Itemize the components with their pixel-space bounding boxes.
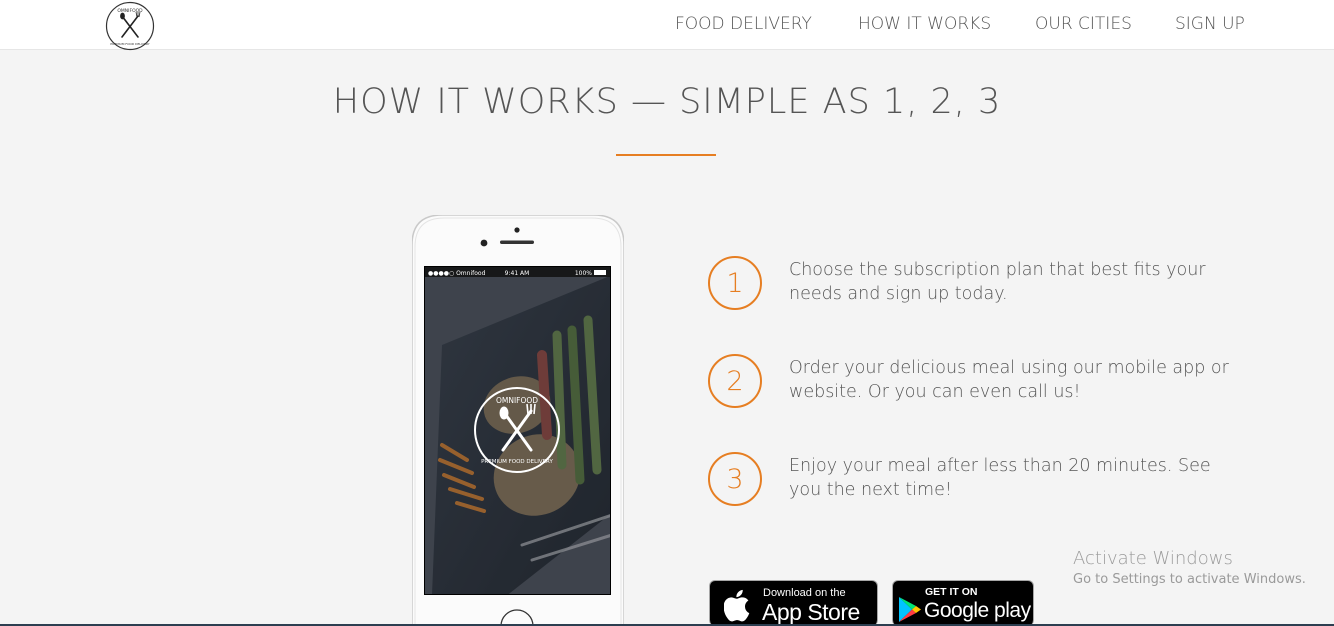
app-store-big-label: App Store	[762, 599, 860, 625]
google-play-icon	[899, 597, 921, 622]
app-store-small-label: Download on the	[763, 587, 846, 599]
omnifood-logo[interactable]: OMNIFOOD PREMIUM FOOD DELIVERY	[105, 1, 155, 51]
status-time: 9:41 AM	[505, 270, 530, 277]
step-text-2: Order your delicious meal using our mobi…	[789, 358, 1229, 402]
section-title: HOW IT WORKS — SIMPLE AS 1, 2, 3	[332, 82, 1002, 122]
google-play-big-label: Google play	[924, 599, 1031, 622]
title-divider	[616, 154, 716, 156]
step-number-1: 1	[708, 256, 762, 310]
phone-front-sensor	[514, 227, 520, 233]
activate-windows-subtitle: Go to Settings to activate Windows.	[1073, 572, 1306, 587]
step-2: 2 Order your delicious meal using our mo…	[708, 354, 1229, 414]
phone-mockup: ●●●●○ Omnifood 9:41 AM 100% OMNIFOOD PRE…	[412, 215, 624, 626]
status-battery: 100%	[575, 270, 592, 277]
activate-windows-watermark: Activate Windows Go to Settings to activ…	[1073, 548, 1306, 587]
splash-logo-bottom-text: PREMIUM FOOD DELIVERY	[481, 459, 553, 465]
google-play-button[interactable]: GET IT ON Google play	[892, 580, 1034, 626]
nav-link-how-it-works[interactable]: HOW IT WORKS	[858, 14, 991, 34]
step-1: 1 Choose the subscription plan that best…	[708, 256, 1228, 316]
splash-logo-top-text: OMNIFOOD	[496, 396, 538, 405]
nav-link-our-cities[interactable]: OUR CITIES	[1035, 14, 1132, 34]
activate-windows-title: Activate Windows	[1073, 548, 1233, 569]
step-number-2: 2	[708, 354, 762, 408]
phone-screen: ●●●●○ Omnifood 9:41 AM 100% OMNIFOOD PRE…	[425, 267, 610, 594]
step-number-3: 3	[708, 452, 762, 506]
google-play-small-label: GET IT ON	[925, 586, 978, 598]
logo-text-bottom: PREMIUM FOOD DELIVERY	[110, 42, 149, 46]
nav-link-food-delivery[interactable]: FOOD DELIVERY	[675, 14, 812, 34]
step-text-1: Choose the subscription plan that best f…	[789, 260, 1206, 304]
step-text-3: Enjoy your meal after less than 20 minut…	[789, 456, 1211, 500]
phone-camera	[480, 239, 488, 247]
navbar: OMNIFOOD PREMIUM FOOD DELIVERY FOOD DELI…	[0, 0, 1334, 51]
apple-icon	[724, 589, 750, 622]
logo-text-top: OMNIFOOD	[117, 8, 143, 14]
nav-link-sign-up[interactable]: SIGN UP	[1175, 14, 1245, 34]
step-3: 3 Enjoy your meal after less than 20 min…	[708, 452, 1228, 512]
phone-speaker	[500, 240, 534, 244]
battery-icon	[594, 270, 606, 275]
app-store-button[interactable]: Download on the App Store	[709, 580, 878, 626]
status-carrier: ●●●●○ Omnifood	[428, 270, 486, 277]
